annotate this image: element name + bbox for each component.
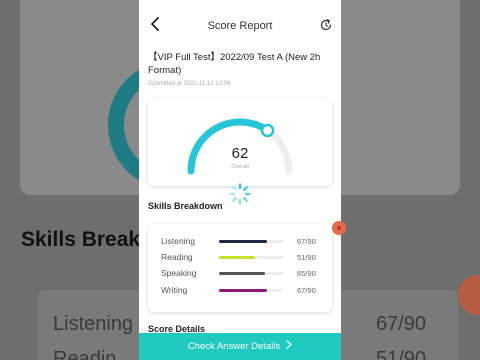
skill-name: Reading [161, 252, 193, 262]
overall-score: 62 [231, 145, 249, 162]
cta-label: Check Answer Details [187, 341, 281, 352]
phone-screen: Score Report 【VIP Full Test】2022/09 Test… [139, 0, 341, 360]
skill-row-listening: Listening 67/90 [148, 233, 332, 249]
skill-bar-track [219, 240, 283, 243]
bg-row-label: Listening [53, 313, 134, 335]
skill-score: 65/90 [297, 269, 316, 278]
gauge-knob [260, 123, 275, 138]
bg-floating-dot [458, 275, 480, 315]
bg-row-value: 67/90 [376, 313, 427, 335]
skill-score: 67/90 [297, 237, 316, 246]
overall-gauge [187, 118, 293, 175]
chevron-right-icon [286, 333, 292, 360]
bg-row-label: Readin [53, 348, 117, 360]
bg-skills-heading: Skills Breakd [21, 228, 153, 251]
skill-bar-fill [219, 289, 267, 292]
skills-card: Listening 67/90 Reading 51/90 Speaking 6… [148, 224, 332, 312]
app-header: Score Report [139, 0, 341, 50]
refresh-icon[interactable] [319, 18, 333, 32]
skill-row-writing: Writing 67/90 [148, 282, 332, 298]
floating-assistant-button[interactable] [332, 221, 346, 235]
skill-bar-fill [219, 272, 266, 275]
skills-breakdown-heading: Skills Breakdown [148, 201, 223, 211]
skill-row-reading: Reading 51/90 [148, 249, 332, 265]
overall-label: Overall [231, 164, 249, 170]
bg-row-value: 51/90 [376, 348, 427, 360]
overall-score-card: 62 Overall [148, 98, 332, 186]
skill-name: Writing [161, 285, 188, 295]
skill-bar-track [219, 256, 283, 259]
skill-bar-fill [219, 240, 267, 243]
skill-name: Speaking [161, 268, 197, 278]
skill-bar-fill [219, 256, 256, 259]
skill-name: Listening [161, 236, 196, 246]
submitted-timestamp: Submitted at 2022-11-12 12:08 [148, 81, 231, 87]
skill-score: 51/90 [297, 253, 316, 262]
page-title: Score Report [207, 20, 273, 32]
check-answer-details-button[interactable]: Check Answer Details [139, 333, 341, 360]
skill-bar-track [219, 272, 283, 275]
skill-row-speaking: Speaking 65/90 [148, 265, 332, 281]
skill-score: 67/90 [297, 286, 316, 295]
loading-spinner-icon [229, 183, 251, 205]
skill-bar-track [219, 289, 283, 292]
test-title: 【VIP Full Test】2022/09 Test A (New 2h Fo… [148, 52, 321, 76]
